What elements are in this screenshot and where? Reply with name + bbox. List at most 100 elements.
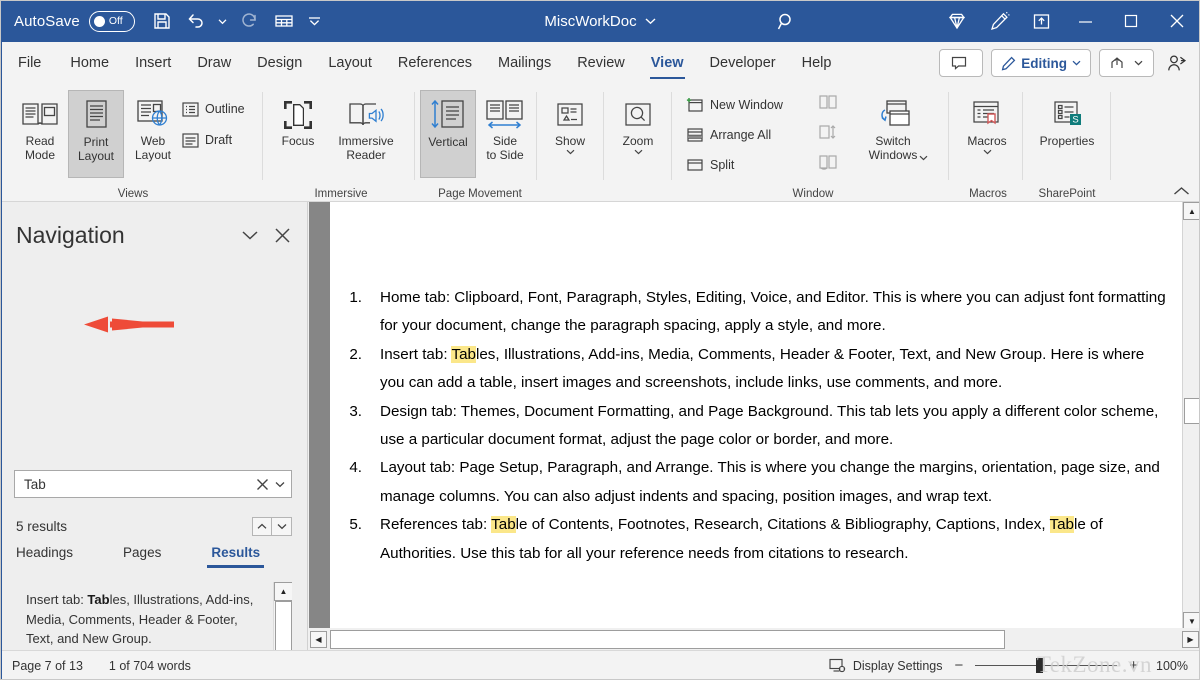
scroll-right-icon[interactable]: ▶ <box>1182 631 1199 648</box>
share-chevron-down-icon[interactable] <box>1134 60 1143 66</box>
tab-home[interactable]: Home <box>57 42 122 84</box>
share-button[interactable] <box>1099 49 1154 77</box>
scrollbar-thumb[interactable] <box>1184 398 1200 424</box>
nav-tab-pages[interactable]: Pages <box>123 545 161 568</box>
zoom-chevron-down-icon[interactable] <box>634 149 643 155</box>
switch-windows-chevron-down-icon[interactable] <box>919 155 928 161</box>
reset-window-position-button[interactable] <box>818 154 838 170</box>
zoom-out-minus-icon[interactable]: − <box>954 657 963 674</box>
draft-button[interactable]: Draft <box>182 129 232 151</box>
synchronous-scrolling-button[interactable] <box>818 124 838 140</box>
immersive-reader-icon <box>346 95 386 131</box>
collapse-ribbon-icon[interactable] <box>1173 186 1190 197</box>
document-vertical-scrollbar[interactable]: ▲ ▼ <box>1182 202 1200 630</box>
tab-references[interactable]: References <box>385 42 485 84</box>
tab-insert[interactable]: Insert <box>122 42 184 84</box>
navigation-search-input[interactable]: Tab <box>14 470 292 498</box>
status-bar: Page 7 of 13 1 of 704 words Display Sett… <box>0 650 1200 680</box>
zoom-level-label[interactable]: 100% <box>1150 659 1188 673</box>
redo-icon[interactable] <box>233 6 267 36</box>
tab-view[interactable]: View <box>638 42 697 84</box>
sharepoint-group-label: SharePoint <box>1028 188 1106 200</box>
close-icon[interactable] <box>1154 0 1200 42</box>
nav-tab-results[interactable]: Results <box>211 545 260 568</box>
search-icon[interactable] <box>772 8 800 34</box>
new-window-label: New Window <box>710 98 783 112</box>
read-mode-button[interactable]: Read Mode <box>12 90 68 178</box>
undo-dropdown-icon[interactable] <box>213 6 233 36</box>
search-options-chevron-icon[interactable] <box>273 481 285 488</box>
chevron-down-icon[interactable] <box>240 229 260 241</box>
switch-windows-button[interactable]: Switch Windows <box>856 90 930 178</box>
ribbon-display-options-icon[interactable] <box>1020 0 1062 42</box>
display-settings-button[interactable]: Display Settings <box>829 658 943 673</box>
clear-search-icon[interactable] <box>252 478 273 491</box>
pen-draw-icon[interactable] <box>978 0 1020 42</box>
next-result-icon[interactable] <box>272 517 292 536</box>
macros-button[interactable]: Macros <box>959 90 1015 178</box>
quick-access-toolbar: AutoSave Off <box>0 6 329 36</box>
editing-chevron-down-icon[interactable] <box>1072 60 1081 66</box>
table-icon[interactable] <box>267 6 301 36</box>
tab-developer[interactable]: Developer <box>697 42 789 84</box>
undo-icon[interactable] <box>179 6 213 36</box>
hscroll-track[interactable] <box>327 630 1182 649</box>
side-to-side-button[interactable]: Side to Side <box>477 90 533 178</box>
view-side-by-side-button[interactable] <box>818 94 838 110</box>
scrollbar-thumb[interactable] <box>330 630 1005 649</box>
previous-result-icon[interactable] <box>252 517 272 536</box>
close-navigation-icon[interactable] <box>274 227 291 244</box>
save-icon[interactable] <box>145 6 179 36</box>
split-button[interactable]: Split <box>686 154 734 176</box>
focus-label: Focus <box>282 134 315 148</box>
tab-draw[interactable]: Draw <box>184 42 244 84</box>
arrange-all-button[interactable]: Arrange All <box>686 124 771 146</box>
tab-file[interactable]: File <box>0 42 57 84</box>
page-indicator[interactable]: Page 7 of 13 <box>12 659 83 673</box>
macros-chevron-down-icon[interactable] <box>983 149 992 155</box>
new-window-button[interactable]: New Window <box>686 94 783 116</box>
nav-tab-headings[interactable]: Headings <box>16 545 73 568</box>
web-layout-button[interactable]: Web Layout <box>125 90 181 178</box>
macros-group-label: Macros <box>954 188 1022 200</box>
properties-button[interactable]: S Properties <box>1032 90 1102 178</box>
autosave-state-label: Off <box>109 15 123 27</box>
tab-layout[interactable]: Layout <box>315 42 385 84</box>
properties-label: Properties <box>1040 134 1095 148</box>
scroll-up-icon[interactable]: ▲ <box>1183 202 1200 220</box>
word-count[interactable]: 1 of 704 words <box>109 659 191 673</box>
document-horizontal-scrollbar[interactable]: ◀ ▶ <box>309 628 1200 650</box>
microsoft-365-diamond-icon[interactable] <box>936 0 978 42</box>
document-title-chevron-down-icon[interactable] <box>645 17 656 25</box>
document-paragraph: 4. Layout tab: Page Setup, Paragraph, an… <box>330 454 1182 511</box>
share-people-icon[interactable] <box>1162 54 1192 73</box>
document-page[interactable]: 1. Home tab: Clipboard, Font, Paragraph,… <box>330 202 1182 630</box>
navigation-pane-title: Navigation <box>16 222 125 249</box>
read-mode-label: Read Mode <box>25 134 55 162</box>
tab-design[interactable]: Design <box>244 42 315 84</box>
list-item[interactable]: Insert tab: Tables, Illustrations, Add-i… <box>14 582 272 658</box>
immersive-reader-button[interactable]: Immersive Reader <box>326 90 406 178</box>
outline-button[interactable]: Outline <box>182 98 245 120</box>
autosave-toggle[interactable]: Off <box>89 11 135 32</box>
vertical-button[interactable]: Vertical <box>420 90 476 178</box>
web-layout-icon <box>134 95 172 131</box>
scroll-up-icon[interactable]: ▲ <box>274 582 292 601</box>
zoom-button[interactable]: Zoom <box>610 90 666 178</box>
ribbon-group-page-movement: Vertical Side to Side Page Movement <box>420 84 532 202</box>
scroll-left-icon[interactable]: ◀ <box>310 631 327 648</box>
maximize-icon[interactable] <box>1108 0 1154 42</box>
show-chevron-down-icon[interactable] <box>566 149 575 155</box>
print-layout-button[interactable]: Print Layout <box>68 90 124 178</box>
paragraph-text: References tab: Table of Contents, Footn… <box>380 511 1170 568</box>
focus-button[interactable]: Focus <box>270 90 326 178</box>
tab-help[interactable]: Help <box>789 42 845 84</box>
editing-mode-button[interactable]: Editing <box>991 49 1091 77</box>
document-title[interactable]: MiscWorkDoc <box>544 13 636 30</box>
customize-quick-access-icon[interactable] <box>301 6 329 36</box>
show-button[interactable]: Show <box>542 90 598 178</box>
minimize-icon[interactable] <box>1062 0 1108 42</box>
tab-mailings[interactable]: Mailings <box>485 42 564 84</box>
tab-review[interactable]: Review <box>564 42 638 84</box>
comments-button[interactable] <box>939 49 983 77</box>
